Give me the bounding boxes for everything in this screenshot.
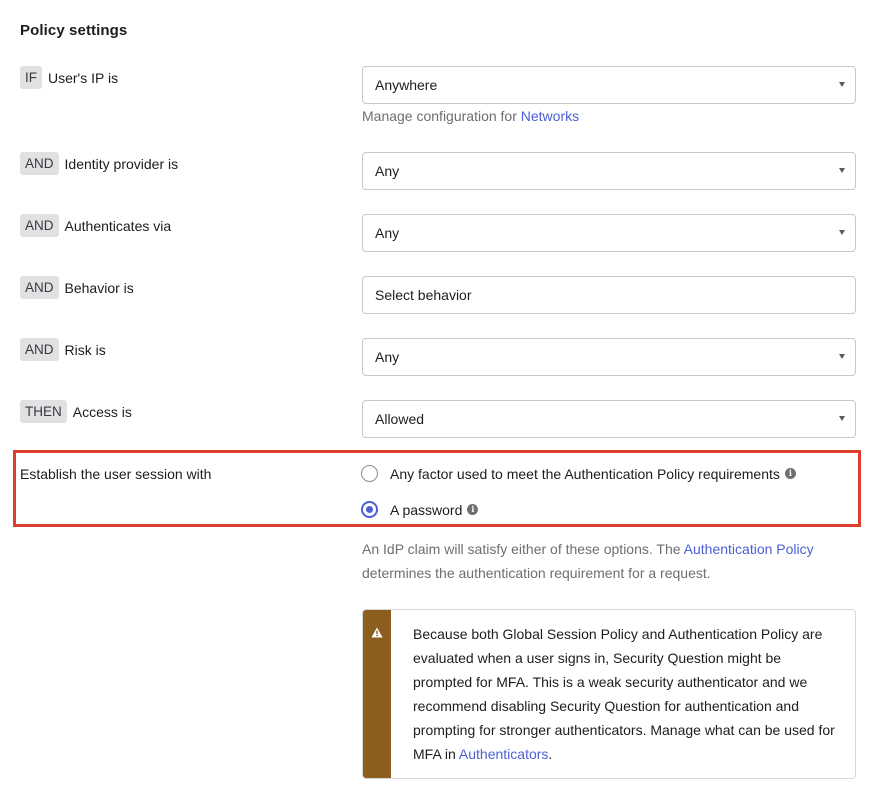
warning-callout: Because both Global Session Policy and A…: [362, 609, 856, 779]
condition-identity-provider: AND Identity provider is: [20, 152, 178, 175]
condition-label: Risk is: [64, 341, 106, 358]
chevron-down-icon: [839, 230, 845, 235]
callout-body: Because both Global Session Policy and A…: [413, 626, 835, 762]
warning-icon: [371, 627, 383, 638]
condition-behavior: AND Behavior is: [20, 276, 134, 299]
operator-badge: AND: [20, 338, 59, 361]
authenticators-link[interactable]: Authenticators: [459, 746, 549, 762]
select-value: Any: [375, 349, 400, 365]
operator-badge: THEN: [20, 400, 67, 423]
condition-label: Access is: [72, 403, 132, 420]
session-label: Establish the user session with: [20, 466, 212, 482]
chevron-down-icon: [839, 82, 845, 87]
help-suffix: determines the authentication requiremen…: [362, 565, 711, 581]
option-label: Any factor used to meet the Authenticati…: [390, 465, 780, 482]
chevron-down-icon: [839, 416, 845, 421]
condition-risk: AND Risk is: [20, 338, 106, 361]
select-value: Allowed: [375, 411, 425, 427]
callout-end: .: [548, 746, 553, 762]
condition-ip: IF User's IP is: [20, 66, 118, 89]
policy-settings-title: Policy settings: [20, 22, 128, 39]
condition-authenticates-via: AND Authenticates via: [20, 214, 171, 237]
operator-badge: AND: [20, 214, 59, 237]
select-value: Any: [375, 163, 400, 179]
info-icon[interactable]: i: [467, 504, 479, 515]
session-option-password[interactable]: A password i: [361, 501, 479, 518]
condition-label: Behavior is: [64, 279, 134, 296]
option-label: A password: [390, 501, 463, 518]
radio-checked[interactable]: [361, 501, 378, 518]
select-value: Any: [375, 225, 400, 241]
callout-message: Because both Global Session Policy and A…: [413, 622, 843, 766]
callout-bar: [363, 610, 391, 778]
ip-help-text: Manage configuration for Networks: [362, 104, 579, 128]
behavior-input[interactable]: Select behavior: [362, 276, 856, 314]
session-help-text: An IdP claim will satisfy either of thes…: [362, 537, 856, 585]
risk-select[interactable]: Any: [362, 338, 856, 376]
info-icon[interactable]: i: [784, 468, 796, 479]
select-value: Anywhere: [375, 77, 438, 93]
condition-label: Authenticates via: [64, 217, 172, 234]
session-option-any-factor[interactable]: Any factor used to meet the Authenticati…: [361, 465, 796, 482]
radio-unchecked[interactable]: [361, 465, 378, 482]
condition-label: User's IP is: [48, 69, 119, 86]
operator-badge: AND: [20, 152, 59, 175]
operator-badge: IF: [20, 66, 42, 89]
help-prefix: Manage configuration for: [362, 108, 521, 124]
ip-select[interactable]: Anywhere: [362, 66, 856, 104]
select-value: Select behavior: [375, 287, 472, 303]
operator-badge: AND: [20, 276, 59, 299]
condition-label: Identity provider is: [64, 155, 179, 172]
chevron-down-icon: [839, 168, 845, 173]
authentication-policy-link[interactable]: Authentication Policy: [684, 541, 814, 557]
help-prefix: An IdP claim will satisfy either of thes…: [362, 541, 684, 557]
identity-provider-select[interactable]: Any: [362, 152, 856, 190]
access-select[interactable]: Allowed: [362, 400, 856, 438]
chevron-down-icon: [839, 354, 845, 359]
condition-access: THEN Access is: [20, 400, 132, 423]
networks-link[interactable]: Networks: [521, 108, 579, 124]
authenticates-via-select[interactable]: Any: [362, 214, 856, 252]
